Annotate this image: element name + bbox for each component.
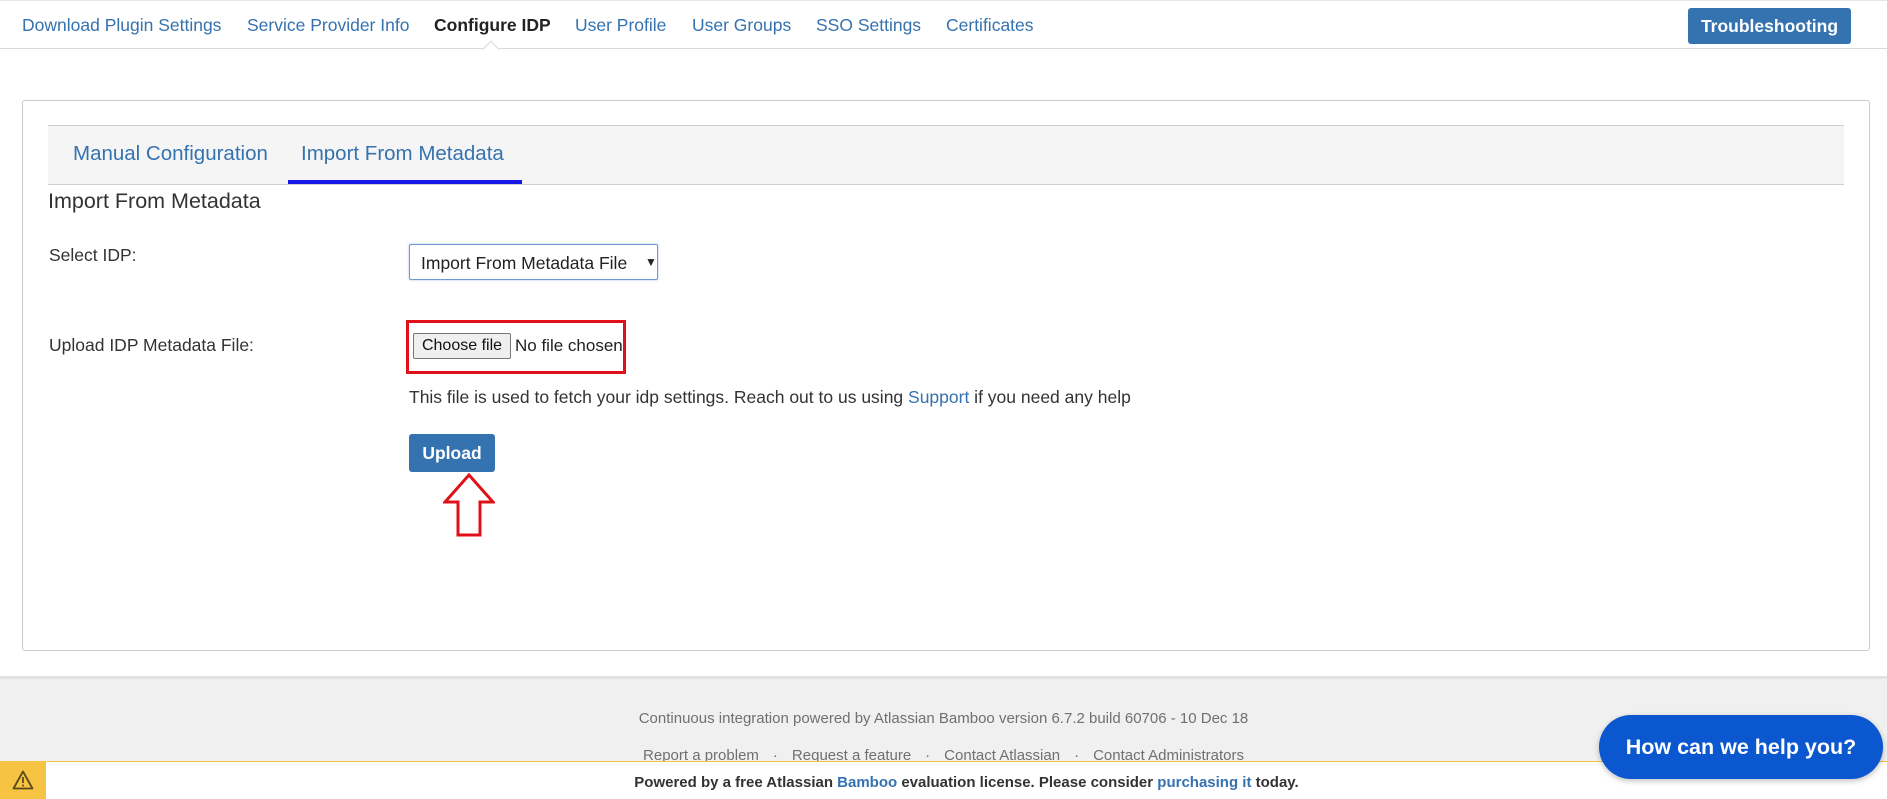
license-text-before: Powered by a free Atlassian (634, 774, 838, 791)
choose-file-button[interactable]: Choose file (413, 333, 511, 359)
metadata-help-text: This file is used to fetch your idp sett… (409, 386, 1131, 408)
up-arrow-icon (443, 473, 495, 537)
section-title: Import From Metadata (48, 189, 261, 213)
nav-download-plugin-settings[interactable]: Download Plugin Settings (22, 14, 221, 36)
select-idp-dropdown[interactable]: Import From Metadata File ▼ (409, 244, 658, 280)
license-text-middle: evaluation license. Please consider (897, 774, 1158, 791)
top-navigation: Download Plugin Settings Service Provide… (0, 0, 1887, 49)
tab-manual-configuration[interactable]: Manual Configuration (73, 141, 268, 167)
troubleshooting-button[interactable]: Troubleshooting (1688, 8, 1851, 44)
nav-user-groups[interactable]: User Groups (692, 14, 791, 36)
active-tab-underline (288, 180, 522, 184)
select-idp-label: Select IDP: (49, 245, 137, 265)
warning-icon (12, 770, 34, 790)
nav-service-provider-info[interactable]: Service Provider Info (247, 14, 409, 36)
bamboo-link[interactable]: Bamboo (837, 774, 897, 791)
license-message: Powered by a free Atlassian Bamboo evalu… (46, 774, 1887, 792)
tab-import-from-metadata[interactable]: Import From Metadata (301, 141, 504, 167)
upload-metadata-label: Upload IDP Metadata File: (49, 335, 254, 355)
nav-sso-settings[interactable]: SSO Settings (816, 14, 921, 36)
nav-user-profile[interactable]: User Profile (575, 14, 666, 36)
support-link[interactable]: Support (908, 387, 969, 407)
help-text-after: if you need any help (969, 387, 1131, 407)
file-status-text: No file chosen (515, 336, 623, 355)
chevron-down-icon: ▼ (645, 255, 657, 269)
purchasing-link[interactable]: purchasing it (1157, 774, 1251, 791)
nav-certificates[interactable]: Certificates (946, 14, 1034, 36)
nav-configure-idp[interactable]: Configure IDP (434, 14, 551, 36)
footer-powered-by: Continuous integration powered by Atlass… (638, 710, 1249, 727)
upload-button[interactable]: Upload (409, 434, 495, 472)
select-idp-value: Import From Metadata File (421, 253, 628, 273)
help-text-before: This file is used to fetch your idp sett… (409, 387, 909, 407)
license-text-after: today. (1251, 774, 1299, 791)
license-warning-box (0, 761, 46, 799)
help-widget-button[interactable]: How can we help you? (1599, 715, 1883, 779)
